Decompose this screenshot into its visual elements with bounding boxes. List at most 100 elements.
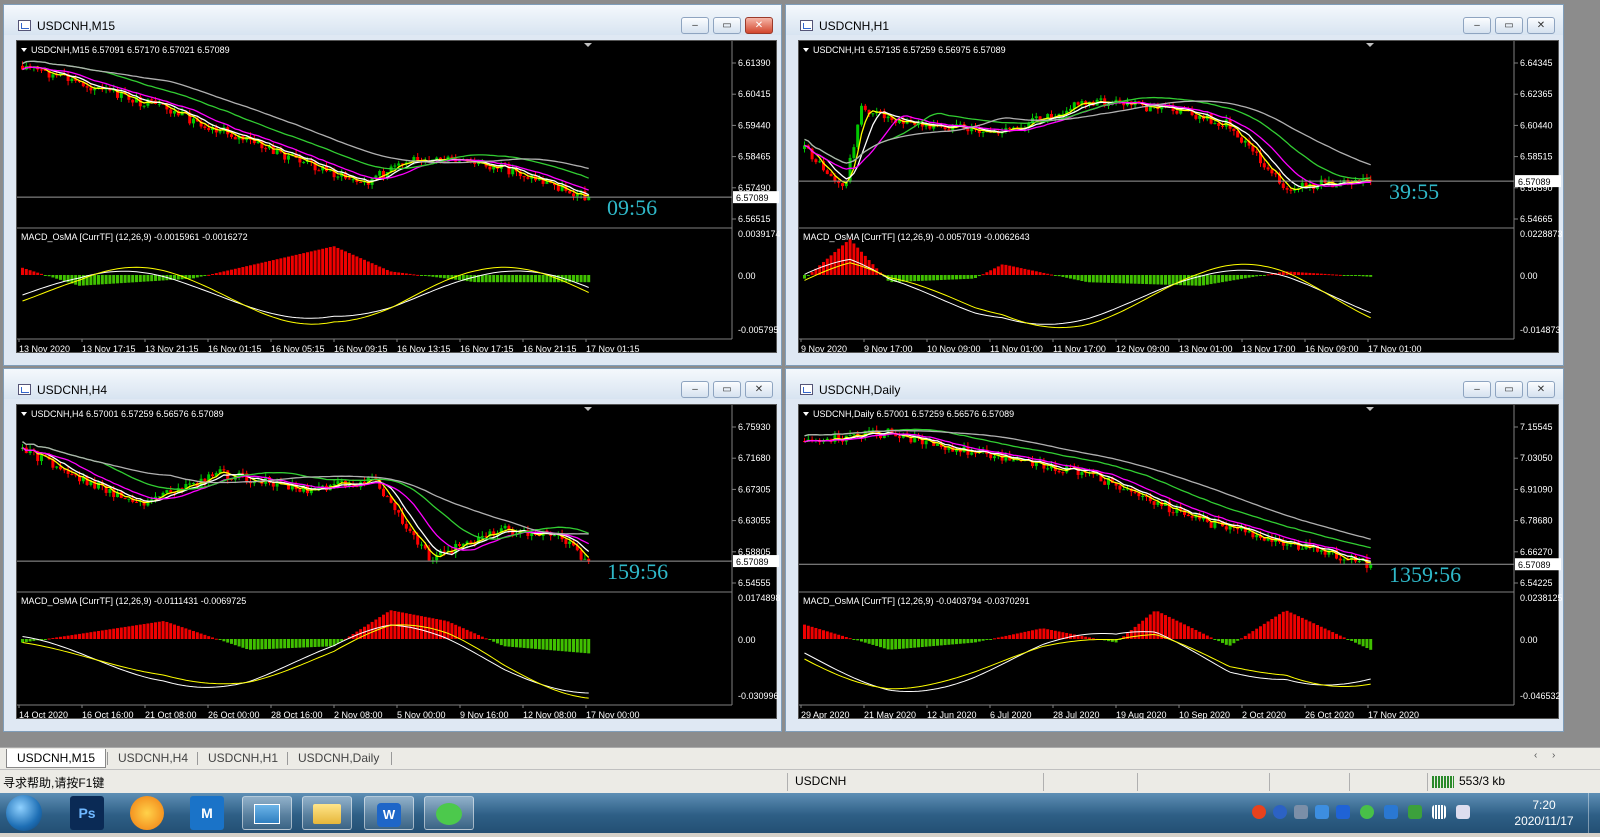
volume-muted-icon[interactable]	[1456, 805, 1470, 819]
chart-window-daily[interactable]: USDCNH,Daily – ▭ ✕ 6.57089 7.15545 7.03050…	[785, 368, 1564, 732]
window-titlebar[interactable]: USDCNH,Daily – ▭ ✕	[786, 369, 1563, 399]
start-button[interactable]	[6, 795, 42, 831]
chart-canvas[interactable]: 6.57089 6.64345 6.62365 6.60440 6.58515 6.565…	[798, 40, 1562, 356]
osma-histogram-bar	[894, 639, 898, 650]
current-price-label: 6.57089	[1518, 560, 1551, 570]
security-icon[interactable]	[1408, 805, 1422, 819]
minimize-button[interactable]: –	[1463, 17, 1491, 34]
scroll-left-icon[interactable]: ‹	[1534, 750, 1537, 761]
candle-body	[347, 178, 351, 180]
osma-histogram-bar	[66, 635, 70, 639]
osma-histogram-bar	[913, 639, 917, 648]
osma-histogram-bar	[93, 631, 97, 639]
metatrader-icon[interactable]	[242, 796, 292, 830]
status-separator	[1137, 773, 1138, 791]
window-titlebar[interactable]: USDCNH,M15 – ▭ ✕	[4, 5, 781, 35]
chart-canvas[interactable]: 6.57089 6.61390 6.60415 6.59440 6.58465 6.574…	[16, 40, 780, 356]
osma-histogram-bar	[825, 631, 829, 639]
osma-histogram-bar	[59, 275, 62, 280]
osma-histogram-bar	[1270, 273, 1274, 275]
chart-canvas[interactable]: 6.57089 6.75930 6.71680 6.67305 6.63055 6.588…	[16, 404, 780, 722]
osma-histogram-bar	[412, 274, 416, 276]
tab-usdcnh-m15[interactable]: USDCNH,M15	[6, 749, 107, 768]
help-icon[interactable]	[1273, 805, 1287, 819]
osma-histogram-bar	[871, 639, 875, 645]
maximize-button[interactable]: ▭	[1495, 17, 1523, 34]
cloud-app-icon[interactable]: M	[190, 796, 224, 830]
osma-histogram-bar	[154, 622, 157, 639]
maximize-button[interactable]: ▭	[1495, 381, 1523, 398]
osma-histogram-bar	[1084, 275, 1088, 282]
osma-histogram-bar	[917, 639, 920, 648]
minimize-button[interactable]: –	[1463, 381, 1491, 398]
sogou-input-icon[interactable]	[1252, 805, 1266, 819]
close-button[interactable]: ✕	[1527, 17, 1555, 34]
osma-histogram-bar	[1217, 639, 1221, 642]
chart-window-m15[interactable]: USDCNH,M15 – ▭ ✕ 6.57089 6.61390 6.60415 6.…	[3, 4, 782, 366]
scroll-right-icon[interactable]: ›	[1552, 750, 1555, 761]
minimize-button[interactable]: –	[681, 17, 709, 34]
chart-svg[interactable]: 6.57089 6.75930 6.71680 6.67305 6.63055 6.588…	[17, 405, 780, 722]
chart-svg[interactable]: 6.57089 6.61390 6.60415 6.59440 6.58465 6.574…	[17, 41, 780, 356]
bluetooth-icon[interactable]	[1336, 805, 1350, 819]
candle-body	[1175, 111, 1179, 114]
taskbar-clock[interactable]: 7:20 2020/11/17	[1508, 797, 1580, 829]
dropdown-arrow-icon	[21, 48, 27, 52]
window-titlebar[interactable]: USDCNH,H1 – ▭ ✕	[786, 5, 1563, 35]
chart-svg[interactable]: 6.57089 7.15545 7.03050 6.91090 6.78680 6.662…	[799, 405, 1562, 722]
wps-office-icon[interactable]: W	[364, 796, 414, 830]
tab-usdcnh-h1[interactable]: USDCNH,H1	[198, 749, 288, 768]
chart-window-h1[interactable]: USDCNH,H1 – ▭ ✕ 6.57089 6.64345 6.62365 6.6…	[785, 4, 1564, 366]
osma-histogram-bar	[1259, 275, 1262, 276]
osma-histogram-bar	[1046, 629, 1050, 639]
show-desktop-button[interactable]	[1588, 793, 1600, 833]
candle-body	[241, 472, 245, 474]
osma-histogram-bar	[1008, 265, 1012, 275]
close-button[interactable]: ✕	[745, 381, 773, 398]
osma-histogram-bar	[279, 639, 283, 649]
osma-histogram-bar	[1072, 275, 1076, 280]
osma-histogram-bar	[545, 639, 549, 650]
photoshop-icon[interactable]: Ps	[70, 796, 104, 830]
maximize-button[interactable]: ▭	[713, 17, 741, 34]
osma-histogram-bar	[241, 639, 245, 648]
window-titlebar[interactable]: USDCNH,H4 – ▭ ✕	[4, 369, 781, 399]
osma-histogram-bar	[920, 275, 924, 281]
tab-usdcnh-h4[interactable]: USDCNH,H4	[108, 749, 198, 768]
osma-histogram-bar	[59, 636, 62, 639]
osma-histogram-bar	[1065, 275, 1069, 278]
candle-body	[488, 166, 492, 170]
candle-body	[408, 528, 412, 532]
wechat-tray-icon[interactable]	[1360, 805, 1374, 819]
candle-body	[1270, 169, 1274, 174]
osma-histogram-bar	[1034, 629, 1038, 639]
osma-histogram-bar	[36, 272, 40, 275]
status-help-text: 寻求帮助,请按F1键	[3, 776, 105, 790]
chart-svg[interactable]: 6.570896.643456.623656.604406.585156.565…	[799, 41, 1562, 356]
minimize-button[interactable]: –	[681, 381, 709, 398]
candle-body	[1274, 173, 1278, 175]
browser-icon[interactable]	[130, 796, 164, 830]
chart-window-h4[interactable]: USDCNH,H4 – ▭ ✕ 6.57089 6.75930 6.71680 6.6…	[3, 368, 782, 732]
tray-app-icon[interactable]	[1315, 805, 1329, 819]
osma-histogram-bar	[28, 270, 32, 275]
chart-canvas[interactable]: 6.57089 7.15545 7.03050 6.91090 6.78680 6.662…	[798, 404, 1562, 722]
osma-histogram-bar	[1365, 639, 1369, 649]
osma-histogram-bar	[473, 275, 477, 283]
close-button[interactable]: ✕	[1527, 381, 1555, 398]
osma-histogram-bar	[503, 275, 507, 283]
shield-icon[interactable]	[1384, 805, 1398, 819]
explorer-folder-icon[interactable]	[302, 796, 352, 830]
keyboard-icon[interactable]	[1294, 805, 1308, 819]
osma-histogram-bar	[302, 639, 306, 648]
tab-usdcnh-daily[interactable]: USDCNH,Daily	[288, 749, 389, 768]
close-button[interactable]: ✕	[745, 17, 773, 34]
maximize-button[interactable]: ▭	[713, 381, 741, 398]
wechat-icon[interactable]	[424, 796, 474, 830]
osma-histogram-bar	[1281, 271, 1285, 275]
osma-histogram-bar	[370, 263, 374, 275]
osma-histogram-bar	[100, 630, 104, 639]
osma-histogram-bar	[116, 275, 119, 284]
network-icon[interactable]	[1432, 805, 1446, 819]
osma-histogram-bar	[556, 639, 560, 651]
